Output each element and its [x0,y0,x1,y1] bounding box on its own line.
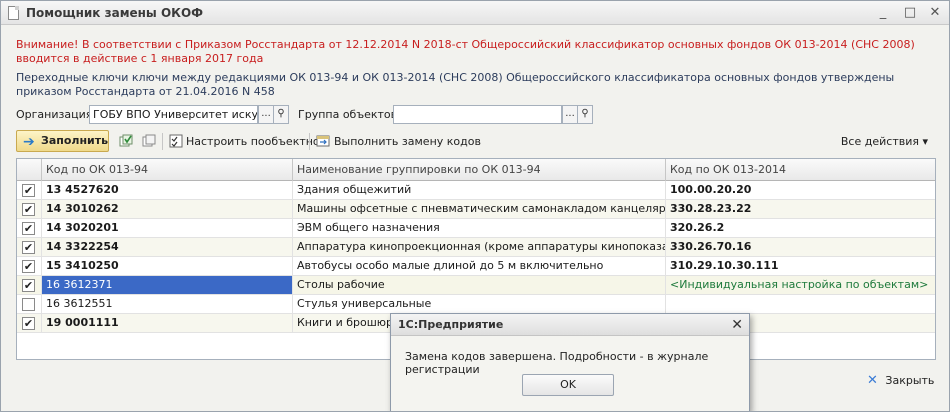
row-checkbox[interactable]: ✔ [22,279,35,292]
configure-per-object-button[interactable]: Настроить пообъектно [186,135,320,148]
table-row[interactable]: ✔ 13 4527620 Здания общежитий 100.00.20.… [17,181,935,200]
group-name-cell: Стулья универсальные [293,295,666,313]
row-checkbox[interactable] [22,298,35,311]
dialog-title: 1С:Предприятие [391,314,749,336]
old-code-cell: 13 4527620 [42,181,293,199]
warning-notice: Внимание! В соответствии с Приказом Росс… [16,38,915,65]
group-name-cell: Столы рабочие [293,276,666,294]
toolbar: ➔ Заполнить Настроить пообъектно Выполни… [16,130,936,154]
table-row[interactable]: ✔ 14 3322254 Аппаратура кинопроекционная… [17,238,935,257]
document-icon [8,6,19,20]
replace-codes-button[interactable]: Выполнить замену кодов [334,135,481,148]
dialog-message: Замена кодов завершена. Подробности - в … [405,350,709,376]
new-code-cell [666,295,935,313]
table-row[interactable]: 16 3612551 Стулья универсальные [17,295,935,314]
header-checkbox-column [17,159,42,181]
organization-search-icon[interactable]: ⚲ [273,105,289,124]
dialog-close-button[interactable]: ✕ [731,317,743,333]
table-row[interactable]: ✔ 14 3020201 ЭВМ общего назначения 320.2… [17,219,935,238]
table-row-selected[interactable]: ✔ 16 3612371 Столы рабочие <Индивидуальн… [17,276,935,295]
window-title: Помощник замены ОКОФ [26,6,204,20]
new-code-cell: 310.29.10.30.111 [670,259,779,272]
close-button-label: Закрыть [885,374,935,387]
group-name-cell: ЭВМ общего назначения [293,219,666,237]
minimize-button[interactable]: _ [875,5,891,21]
maximize-button[interactable]: □ [902,5,918,21]
toolbar-separator [162,133,163,150]
info-notice: Переходные ключи ключи между редакциями … [16,71,895,98]
group-name-cell: Аппаратура кинопроекционная (кроме аппар… [293,238,666,256]
message-dialog: 1С:Предприятие ✕ Замена кодов завершена.… [390,313,750,411]
row-checkbox[interactable]: ✔ [22,317,35,330]
old-code-cell: 19 0001111 [42,314,293,332]
toolbar-separator [309,133,310,150]
old-code-cell: 14 3322254 [42,238,293,256]
row-checkbox[interactable]: ✔ [22,241,35,254]
group-name-cell: Здания общежитий [293,181,666,199]
group-search-icon[interactable]: ⚲ [577,105,593,124]
organization-label: Организация: [16,108,97,121]
organization-field[interactable]: ГОБУ ВПО Университет искусст [89,105,258,124]
group-select-button[interactable]: ... [562,105,578,124]
old-code-cell: 16 3612551 [42,295,293,313]
old-code-cell: 14 3010262 [42,200,293,218]
close-window-button[interactable]: ✕ [927,5,943,21]
table-row[interactable]: ✔ 14 3010262 Машины офсетные с пневматич… [17,200,935,219]
group-name-cell: Машины офсетные с пневматическим самонак… [293,200,666,218]
new-code-cell: 100.00.20.20 [670,183,752,196]
close-button[interactable]: ✕ Закрыть [867,373,934,388]
row-checkbox[interactable]: ✔ [22,222,35,235]
new-code-cell: 330.26.70.16 [670,240,752,253]
column-header-old-code[interactable]: Код по ОК 013-94 [42,159,293,181]
individual-setting-cell: <Индивидуальная настройка по объектам> [670,278,929,291]
replace-codes-icon [316,135,330,147]
column-header-new-code[interactable]: Код по ОК 013-2014 [666,159,935,181]
group-field[interactable] [393,105,562,124]
fill-button-label: Заполнить [41,134,109,147]
fill-arrow-icon: ➔ [23,134,35,150]
group-label: Группа объектов: [298,108,401,121]
uncheck-all-icon[interactable] [142,134,156,148]
group-name-cell: Автобусы особо малые длиной до 5 м включ… [293,257,666,275]
old-code-cell: 15 3410250 [42,257,293,275]
check-all-icon[interactable] [119,134,133,148]
row-checkbox[interactable]: ✔ [22,260,35,273]
new-code-cell: 320.26.2 [670,221,725,234]
new-code-cell: 330.28.23.22 [670,202,752,215]
close-icon: ✕ [867,373,878,388]
row-checkbox[interactable]: ✔ [22,203,35,216]
table-header: Код по ОК 013-94 Наименование группировк… [17,159,935,181]
old-code-cell: 14 3020201 [42,219,293,237]
column-header-name[interactable]: Наименование группировки по ОК 013-94 [293,159,666,181]
title-bar: Помощник замены ОКОФ _ □ ✕ [1,1,949,25]
all-actions-menu[interactable]: Все действия ▾ [841,135,928,148]
okof-assistant-window: Помощник замены ОКОФ _ □ ✕ Внимание! В с… [0,0,950,412]
row-checkbox[interactable]: ✔ [22,184,35,197]
configure-checklist-icon [169,134,183,148]
table-row[interactable]: ✔ 15 3410250 Автобусы особо малые длиной… [17,257,935,276]
ok-button[interactable]: OK [522,374,614,396]
fill-button[interactable]: ➔ Заполнить [16,130,109,152]
old-code-cell-active[interactable]: 16 3612371 [42,276,293,294]
organization-select-button[interactable]: ... [258,105,274,124]
